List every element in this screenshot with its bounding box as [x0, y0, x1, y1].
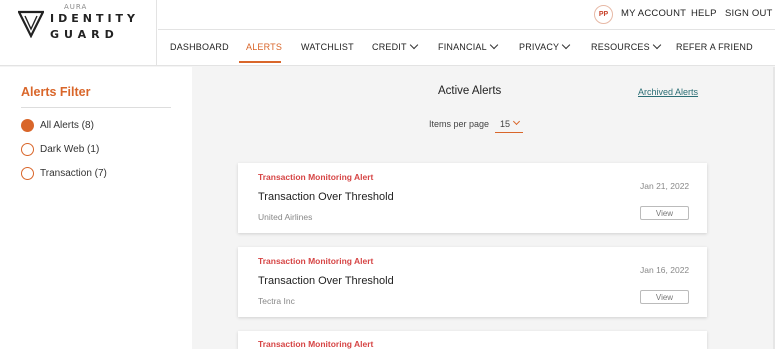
alert-type: Transaction Monitoring Alert [258, 172, 374, 182]
nav-privacy[interactable]: PRIVACY [519, 40, 571, 52]
filter-divider [21, 107, 171, 108]
filter-option-label: Dark Web (1) [40, 144, 100, 155]
filter-option-all-alerts[interactable]: All Alerts (8) [21, 119, 94, 132]
archived-alerts-link[interactable]: Archived Alerts [638, 87, 698, 97]
alert-type: Transaction Monitoring Alert [258, 339, 374, 349]
filter-option-label: All Alerts (8) [40, 120, 94, 131]
active-tab-indicator [239, 61, 281, 63]
alerts-filter-panel: Alerts Filter All Alerts (8) Dark Web (1… [0, 67, 192, 349]
logo-aura-text: AURA [64, 3, 88, 11]
avatar[interactable]: PP [594, 5, 613, 24]
nav-credit[interactable]: CREDIT [372, 40, 418, 52]
identity-guard-logo-icon [18, 10, 44, 38]
chevron-down-icon [489, 40, 499, 50]
alert-card: Transaction Monitoring Alert Transaction… [238, 247, 707, 317]
nav-privacy-label: PRIVACY [519, 42, 560, 52]
radio-unchecked-icon[interactable] [21, 167, 34, 180]
filter-option-label: Transaction (7) [40, 168, 107, 179]
view-button[interactable]: View [640, 206, 689, 220]
nav-resources[interactable]: RESOURCES [591, 40, 662, 52]
alert-card: Transaction Monitoring Alert [238, 331, 707, 349]
sign-out-link[interactable]: SIGN OUT [725, 8, 773, 19]
main-nav: DASHBOARD ALERTS WATCHLIST CREDIT FINANC… [158, 31, 775, 66]
my-account-link[interactable]: MY ACCOUNT [621, 8, 686, 19]
nav-dashboard[interactable]: DASHBOARD [170, 42, 229, 52]
alert-title: Transaction Over Threshold [258, 191, 394, 203]
nav-alerts[interactable]: ALERTS [246, 42, 282, 52]
filter-option-dark-web[interactable]: Dark Web (1) [21, 143, 99, 156]
alert-date: Jan 21, 2022 [640, 181, 690, 191]
logo-text-line1: IDENTITY [50, 12, 140, 25]
nav-credit-label: CREDIT [372, 42, 407, 52]
filter-title: Alerts Filter [21, 85, 91, 99]
nav-dashboard-label: DASHBOARD [170, 42, 229, 52]
chevron-down-icon [409, 40, 418, 50]
nav-financial-label: FINANCIAL [438, 42, 487, 52]
radio-checked-icon[interactable] [21, 119, 34, 132]
alert-title: Transaction Over Threshold [258, 275, 394, 287]
alert-type: Transaction Monitoring Alert [258, 256, 374, 266]
chevron-down-icon [652, 40, 662, 50]
nav-financial[interactable]: FINANCIAL [438, 40, 499, 52]
nav-refer-a-friend[interactable]: REFER A FRIEND [676, 42, 753, 52]
chevron-down-icon [562, 40, 571, 50]
logo-text-line2: GUARD [50, 28, 119, 41]
account-bar: PP MY ACCOUNT HELP SIGN OUT [158, 0, 775, 30]
nav-alerts-label: ALERTS [246, 42, 283, 52]
filter-option-transaction[interactable]: Transaction (7) [21, 167, 107, 180]
nav-resources-label: RESOURCES [591, 42, 650, 52]
alert-merchant: Tectra Inc [258, 296, 295, 306]
top-header: AURA IDENTITY GUARD PP MY ACCOUNT HELP S… [0, 0, 775, 66]
alert-merchant: United Airlines [258, 212, 313, 222]
radio-unchecked-icon[interactable] [21, 143, 34, 156]
page-title: Active Alerts [438, 85, 502, 97]
nav-watchlist-label: WATCHLIST [301, 42, 354, 52]
alert-card: Transaction Monitoring Alert Transaction… [238, 163, 707, 233]
items-per-page-select[interactable]: 15 [495, 117, 523, 133]
logo[interactable]: AURA IDENTITY GUARD [0, 0, 157, 66]
chevron-down-icon [512, 117, 521, 126]
nav-watchlist[interactable]: WATCHLIST [301, 42, 354, 52]
items-per-page-value: 15 [500, 119, 511, 129]
help-link[interactable]: HELP [691, 8, 717, 19]
nav-refer-a-friend-label: REFER A FRIEND [676, 42, 753, 52]
alert-date: Jan 16, 2022 [640, 265, 690, 275]
items-per-page-label: Items per page [429, 119, 490, 129]
view-button[interactable]: View [640, 290, 689, 304]
